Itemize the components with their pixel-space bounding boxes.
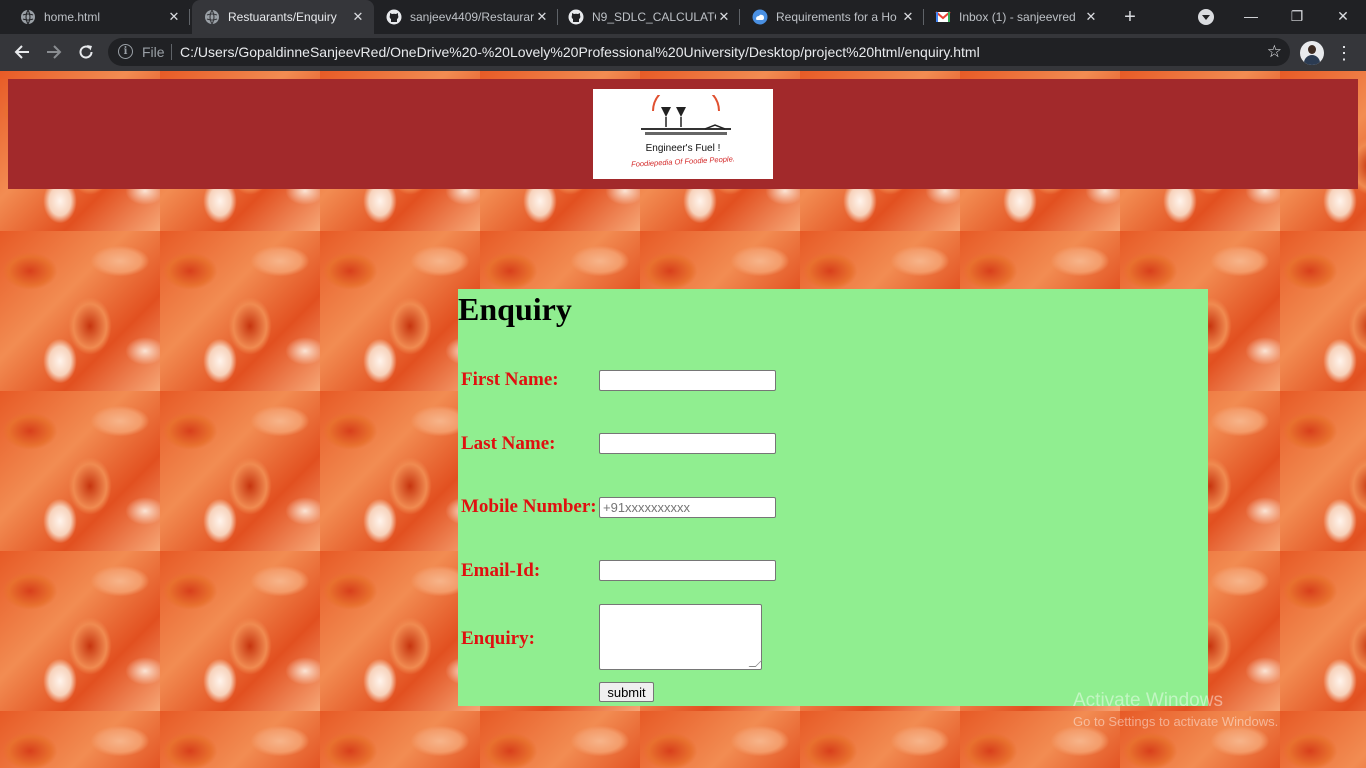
tab-separator <box>739 9 740 25</box>
activate-windows-subtitle: Go to Settings to activate Windows. <box>1073 714 1279 729</box>
github-icon <box>386 9 402 25</box>
close-tab-icon[interactable]: ✕ <box>534 9 550 25</box>
globe-icon <box>204 9 220 25</box>
site-logo[interactable]: Engineer's Fuel ! Foodiepedia Of Foodie … <box>593 89 773 179</box>
new-tab-button[interactable]: + <box>1118 5 1142 29</box>
last-name-label: Last Name: <box>461 433 556 454</box>
github-icon <box>568 9 584 25</box>
page-viewport: Engineer's Fuel ! Foodiepedia Of Foodie … <box>0 71 1366 768</box>
mobile-number-input[interactable]: +91xxxxxxxxxx <box>599 497 776 518</box>
tab-title: Restuarants/Enquiry <box>228 10 337 24</box>
enquiry-label: Enquiry: <box>461 628 535 649</box>
cocktail-logo-icon <box>641 95 731 135</box>
last-name-input[interactable] <box>599 433 776 454</box>
back-button[interactable] <box>10 40 34 64</box>
tab-home[interactable]: home.html ✕ <box>0 0 190 34</box>
tab-github-calculator[interactable]: N9_SDLC_CALCULATO ✕ <box>558 0 740 34</box>
close-tab-icon[interactable]: ✕ <box>900 9 916 25</box>
tab-github-restaurant[interactable]: sanjeev4409/Restaurar ✕ <box>376 0 558 34</box>
reload-icon <box>79 45 93 59</box>
forward-button[interactable] <box>42 40 66 64</box>
gmail-icon <box>935 9 951 25</box>
tab-search-icon[interactable] <box>1198 9 1214 25</box>
first-name-label: First Name: <box>461 369 559 390</box>
close-window-button[interactable]: ✕ <box>1320 0 1366 32</box>
minimize-button[interactable]: — <box>1228 0 1274 32</box>
mobile-number-label: Mobile Number: <box>461 496 597 517</box>
close-tab-icon[interactable]: ✕ <box>1083 9 1099 25</box>
logo-tagline: Foodiepedia Of Foodie People. <box>630 154 736 169</box>
tab-strip: home.html ✕ Restuarants/Enquiry ✕ sanjee… <box>0 0 1366 34</box>
tab-title: N9_SDLC_CALCULATO <box>592 10 716 24</box>
tab-separator <box>189 9 190 25</box>
bookmark-star-icon[interactable]: ☆ <box>1267 42 1282 62</box>
enquiry-form: Enquiry First Name: Last Name: Mobile Nu… <box>458 289 1208 706</box>
cloud-icon <box>752 9 768 25</box>
tab-requirements[interactable]: Requirements for a Ho ✕ <box>742 0 924 34</box>
address-bar[interactable]: i File C:/Users/GopaldinneSanjeevRed/One… <box>108 38 1290 66</box>
browser-toolbar: i File C:/Users/GopaldinneSanjeevRed/One… <box>0 34 1366 71</box>
tab-gmail[interactable]: Inbox (1) - sanjeevred ✕ <box>925 0 1107 34</box>
restore-button[interactable]: ❐ <box>1274 0 1320 32</box>
tab-title: home.html <box>44 10 101 24</box>
menu-kebab-icon[interactable]: ⋮ <box>1335 42 1353 64</box>
tab-title: Requirements for a Ho <box>776 10 897 24</box>
close-tab-icon[interactable]: ✕ <box>350 9 366 25</box>
arrow-left-icon <box>14 45 29 59</box>
tab-enquiry[interactable]: Restuarants/Enquiry ✕ <box>192 0 374 34</box>
close-tab-icon[interactable]: ✕ <box>716 9 732 25</box>
profile-avatar[interactable] <box>1300 41 1324 65</box>
tab-title: sanjeev4409/Restaurar <box>410 10 534 24</box>
first-name-input[interactable] <box>599 370 776 391</box>
omnibox-divider <box>171 44 172 60</box>
close-tab-icon[interactable]: ✕ <box>166 9 182 25</box>
site-header: Engineer's Fuel ! Foodiepedia Of Foodie … <box>8 79 1358 189</box>
logo-title: Engineer's Fuel ! <box>645 143 721 154</box>
enquiry-textarea[interactable] <box>599 604 762 670</box>
tab-separator <box>923 9 924 25</box>
email-input[interactable] <box>599 560 776 581</box>
email-label: Email-Id: <box>461 560 541 581</box>
info-icon[interactable]: i <box>118 44 133 59</box>
page-title: Enquiry <box>458 291 572 327</box>
reload-button[interactable] <box>74 40 98 64</box>
url-text[interactable]: C:/Users/GopaldinneSanjeevRed/OneDrive%2… <box>180 44 980 60</box>
arrow-right-icon <box>47 45 62 59</box>
tab-title: Inbox (1) - sanjeevred <box>959 10 1076 24</box>
scheme-label: File <box>142 44 165 60</box>
submit-button[interactable]: submit <box>599 682 654 702</box>
globe-icon <box>20 9 36 25</box>
activate-windows-title: Activate Windows <box>1073 690 1223 711</box>
